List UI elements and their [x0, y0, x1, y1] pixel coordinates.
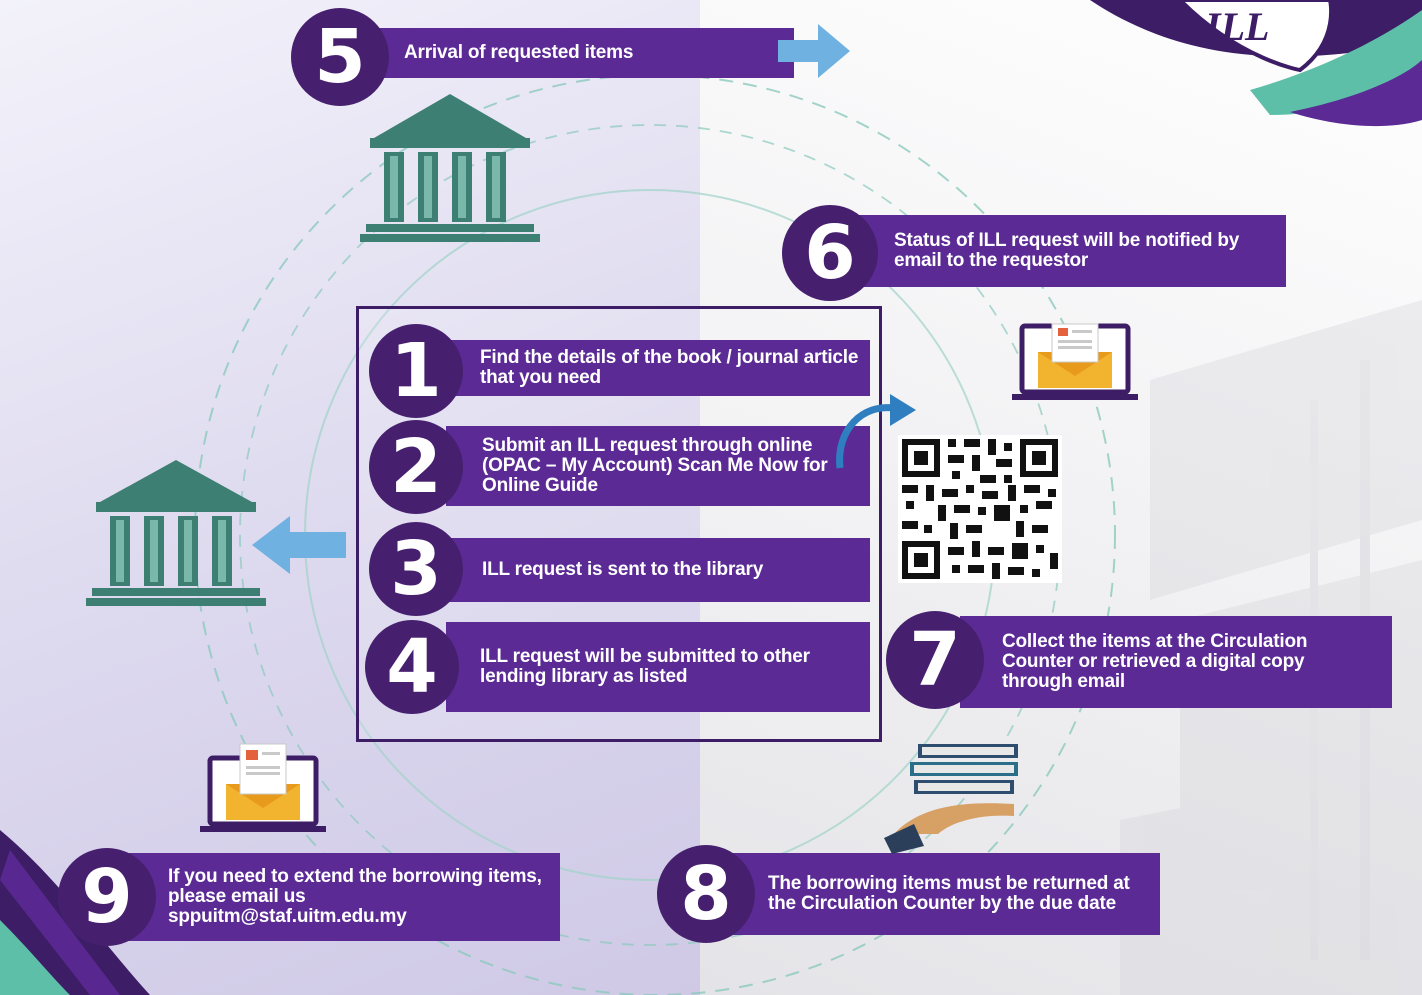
step-3-text: ILL request is sent to the library: [482, 559, 764, 581]
books-hand-icon: [884, 744, 1018, 854]
step-5-bar: Arrival of requested items: [356, 28, 794, 78]
step-7-number: 7: [886, 611, 984, 709]
step-4-text: ILL request will be submitted to other l…: [480, 646, 810, 687]
step-7-bar: Collect the items at the Circulation Cou…: [960, 616, 1392, 708]
step-2-bar: Submit an ILL request through online (OP…: [446, 426, 870, 506]
step-5-text: Arrival of requested items: [404, 42, 634, 64]
step-2-number: 2: [369, 420, 463, 514]
step-3-bar: ILL request is sent to the library: [446, 538, 870, 602]
arrow-right-icon: [778, 24, 850, 78]
step-9-number: 9: [58, 848, 156, 946]
step-6-text: Status of ILL request will be notified b…: [894, 230, 1240, 271]
step-7-text: Collect the items at the Circulation Cou…: [1002, 631, 1308, 692]
email-laptop-icon: [1012, 323, 1138, 400]
library-building-icon: [86, 460, 266, 606]
email-laptop-icon: [200, 743, 326, 832]
step-9-bar: If you need to extend the borrowing item…: [126, 853, 560, 941]
step-4-number: 4: [365, 620, 459, 714]
step-3-number: 3: [369, 522, 463, 616]
step-1-bar: Find the details of the book / journal a…: [446, 340, 870, 396]
step-8-number: 8: [657, 845, 755, 943]
step-1-text: Find the details of the book / journal a…: [480, 347, 859, 388]
qr-code-icon: [898, 435, 1062, 583]
step-6-bar: Status of ILL request will be notified b…: [850, 215, 1286, 287]
step-8-bar: The borrowing items must be returned at …: [728, 853, 1160, 935]
step-9-text: If you need to extend the borrowing item…: [168, 866, 542, 927]
library-building-icon: [360, 94, 540, 242]
svg-text:ILL: ILL: [1204, 4, 1269, 49]
step-4-bar: ILL request will be submitted to other l…: [446, 622, 870, 712]
step-8-text: The borrowing items must be returned at …: [768, 873, 1130, 914]
step-1-number: 1: [369, 324, 463, 418]
step-6-number: 6: [782, 205, 878, 301]
step-2-text: Submit an ILL request through online (OP…: [482, 435, 828, 496]
